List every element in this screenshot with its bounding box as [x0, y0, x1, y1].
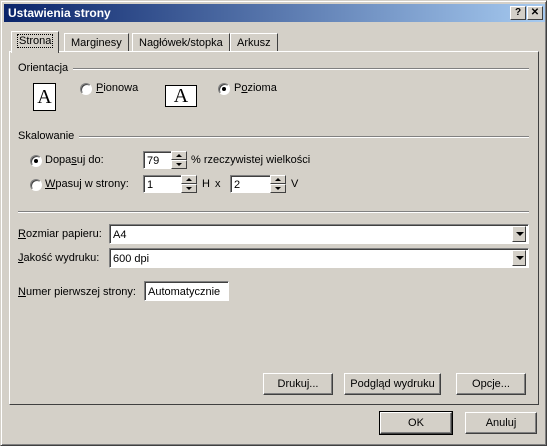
- help-button[interactable]: ?: [510, 6, 526, 20]
- ok-button[interactable]: OK: [379, 411, 453, 435]
- tab-label: Nagłówek/stopka: [139, 37, 223, 49]
- page-icon-glyph: A: [173, 85, 189, 107]
- scaling-group-label: Skalowanie: [18, 130, 75, 142]
- dialog-title: Ustawienia strony: [8, 6, 111, 20]
- first-page-number-input[interactable]: Automatycznie: [144, 281, 229, 301]
- portrait-radio[interactable]: [80, 83, 92, 95]
- cancel-button[interactable]: Anuluj: [465, 412, 537, 434]
- print-quality-label: Jakość wydruku:: [18, 252, 99, 264]
- adjust-to-spinner[interactable]: [171, 151, 187, 169]
- tab-label: Marginesy: [71, 37, 122, 49]
- landscape-radio[interactable]: [218, 83, 230, 95]
- times-sign: x: [215, 178, 221, 190]
- fit-to-radio[interactable]: [30, 179, 42, 191]
- landscape-page-icon: A: [165, 85, 197, 107]
- chevron-down-icon[interactable]: [512, 226, 526, 242]
- tab-strona[interactable]: Strona: [11, 31, 60, 53]
- portrait-page-icon: A: [33, 83, 56, 111]
- label-text: Dopa: [45, 154, 72, 166]
- options-button[interactable]: Opcje...: [456, 373, 526, 395]
- label-text: ozmiar papieru:: [25, 228, 102, 240]
- fit-to-label: Wpasuj w strony:: [45, 178, 129, 190]
- label-text: uj do:: [76, 154, 104, 166]
- adjust-to-radio[interactable]: [30, 155, 42, 167]
- access-key: R: [18, 228, 26, 240]
- spin-up-icon[interactable]: [181, 175, 197, 184]
- adjust-to-suffix: % rzeczywistej wielkości: [191, 154, 311, 166]
- chevron-down-icon[interactable]: [512, 250, 526, 266]
- spin-down-icon[interactable]: [181, 184, 197, 193]
- divider: [73, 68, 529, 70]
- fit-tall-input[interactable]: 2: [230, 175, 272, 193]
- tab-arkusz[interactable]: Arkusz: [230, 33, 278, 52]
- label-text: ionowa: [103, 82, 139, 94]
- fit-wide-spinner[interactable]: [181, 175, 197, 193]
- label-text: zioma: [247, 82, 277, 94]
- title-bar: Ustawienia strony ? ✕: [4, 4, 545, 22]
- spin-down-icon[interactable]: [171, 160, 187, 169]
- adjust-to-input[interactable]: 79: [143, 151, 173, 169]
- adjust-to-label: Dopasuj do:: [45, 154, 104, 166]
- tab-naglowek-stopka[interactable]: Nagłówek/stopka: [132, 33, 230, 52]
- fit-wide-suffix: H: [202, 178, 210, 190]
- page-setup-dialog: Ustawienia strony ? ✕ Strona Marginesy N…: [0, 0, 547, 446]
- label-text: pasuj w strony:: [55, 178, 129, 190]
- label-text: umer pierwszej strony:: [25, 286, 136, 298]
- tab-label: Strona: [16, 34, 54, 48]
- page-icon-glyph: A: [37, 86, 52, 108]
- divider: [79, 136, 529, 138]
- fit-tall-suffix: V: [291, 178, 299, 190]
- tab-marginesy[interactable]: Marginesy: [64, 33, 129, 52]
- label-text: akość wydruku:: [23, 252, 100, 264]
- paper-size-label: Rozmiar papieru:: [18, 228, 102, 240]
- print-button[interactable]: Drukuj...: [263, 373, 333, 395]
- fit-wide-input[interactable]: 1: [143, 175, 183, 193]
- spin-up-icon[interactable]: [270, 175, 286, 184]
- paper-size-select[interactable]: A4: [109, 224, 529, 244]
- close-icon[interactable]: ✕: [527, 6, 543, 20]
- access-key: N: [18, 286, 26, 298]
- first-page-number-label: Numer pierwszej strony:: [18, 286, 136, 298]
- spin-down-icon[interactable]: [270, 184, 286, 193]
- landscape-label: Pozioma: [234, 82, 277, 94]
- portrait-label: Pionowa: [96, 82, 138, 94]
- fit-tall-spinner[interactable]: [270, 175, 286, 193]
- access-key: W: [45, 178, 56, 190]
- tab-label: Arkusz: [237, 37, 271, 49]
- print-quality-select[interactable]: 600 dpi: [109, 248, 529, 268]
- spin-up-icon[interactable]: [171, 151, 187, 160]
- orientation-group-label: Orientacja: [18, 62, 69, 74]
- print-preview-button[interactable]: Podgląd wydruku: [344, 373, 441, 395]
- divider: [18, 211, 529, 213]
